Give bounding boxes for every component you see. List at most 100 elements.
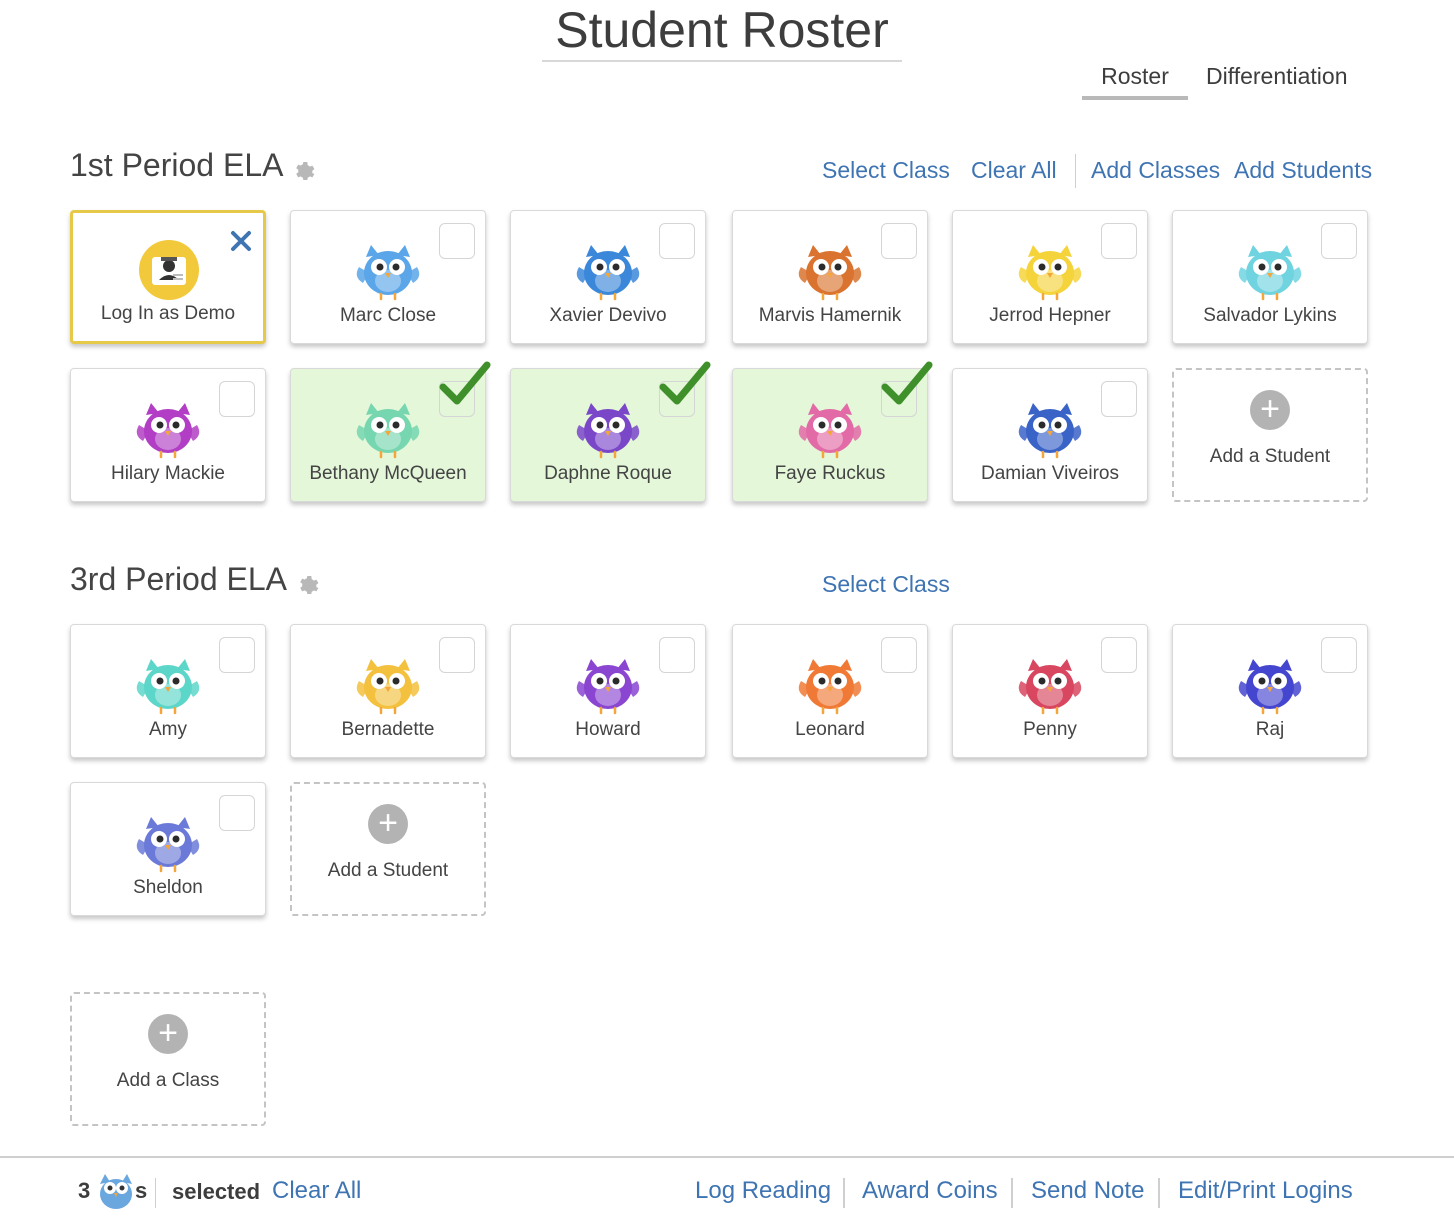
demo-badge-icon (139, 240, 199, 300)
tab-differentiation[interactable]: Differentiation (1206, 60, 1348, 92)
owl-avatar-icon (573, 233, 643, 303)
send-note-link[interactable]: Send Note (1031, 1176, 1144, 1206)
student-name-bethany-mcqueen: Bethany McQueen (309, 463, 467, 484)
close-icon[interactable] (229, 229, 253, 253)
student-checkbox[interactable] (881, 223, 917, 259)
owl-avatar-icon (133, 391, 203, 461)
student-checkbox[interactable] (439, 637, 475, 673)
log-reading-link[interactable]: Log Reading (695, 1176, 831, 1206)
divider (1075, 154, 1076, 188)
student-card[interactable]: Amy (70, 624, 266, 758)
student-name-sheldon: Sheldon (133, 877, 203, 898)
student-card[interactable]: Xavier Devivo (510, 210, 706, 344)
add-student-card[interactable]: + Add a Student (290, 782, 486, 916)
student-card[interactable]: Bernadette (290, 624, 486, 758)
student-name-jerrod-hepner: Jerrod Hepner (989, 305, 1111, 326)
add-class-card[interactable]: + Add a Class (70, 992, 266, 1126)
student-name-faye-ruckus: Faye Ruckus (774, 463, 886, 484)
owl-avatar-icon (1015, 391, 1085, 461)
divider (155, 1178, 156, 1208)
owl-avatar-icon (133, 647, 203, 717)
divider (843, 1178, 845, 1208)
student-checkbox[interactable] (659, 223, 695, 259)
student-card[interactable]: Bethany McQueen (290, 361, 491, 502)
student-name-salvador-lykins: Salvador Lykins (1203, 305, 1337, 326)
student-card[interactable]: Raj (1172, 624, 1368, 758)
student-card[interactable]: Sheldon (70, 782, 266, 916)
gear-icon[interactable] (291, 153, 315, 180)
award-coins-link[interactable]: Award Coins (862, 1176, 998, 1206)
student-card[interactable]: Marvis Hamernik (732, 210, 928, 344)
student-checkbox[interactable] (1101, 381, 1137, 417)
student-checkbox[interactable] (1321, 637, 1357, 673)
owl-avatar-icon (795, 233, 865, 303)
class-title-1st-period: 1st Period ELA (70, 145, 315, 185)
divider (1158, 1178, 1160, 1208)
log-in-as-demo-card[interactable]: Log In as Demo (70, 210, 266, 344)
select-class-link[interactable]: Select Class (822, 155, 950, 185)
plus-icon: + (1250, 390, 1290, 430)
owl-avatar-icon (573, 647, 643, 717)
owl-avatar-icon (353, 647, 423, 717)
student-name-hilary-mackie: Hilary Mackie (110, 463, 226, 484)
student-checkbox[interactable] (1101, 637, 1137, 673)
student-card[interactable]: Marc Close (290, 210, 486, 344)
student-name-daphne-roque: Daphne Roque (544, 463, 672, 484)
student-card[interactable]: Howard (510, 624, 706, 758)
checkmark-icon (879, 359, 935, 411)
add-student-label: Add a Student (1209, 446, 1331, 467)
gear-icon[interactable] (295, 567, 319, 594)
owl-avatar-icon (133, 805, 203, 875)
selected-count: 3 (78, 1178, 91, 1203)
student-checkbox[interactable] (439, 223, 475, 259)
owl-avatar-icon (573, 391, 643, 461)
demo-label: Log In as Demo (100, 303, 236, 324)
owl-avatar-icon (1235, 647, 1305, 717)
add-classes-link[interactable]: Add Classes (1091, 155, 1220, 185)
checkmark-icon (437, 359, 493, 411)
student-name-leonard: Leonard (795, 719, 865, 740)
divider (1011, 1178, 1013, 1208)
add-class-label: Add a Class (116, 1070, 220, 1091)
class-title-3rd-period: 3rd Period ELA (70, 559, 319, 599)
selected-label: selected (172, 1179, 261, 1204)
student-checkbox[interactable] (1101, 223, 1137, 259)
student-checkbox[interactable] (1321, 223, 1357, 259)
class-title-text: 1st Period ELA (70, 147, 284, 183)
student-checkbox[interactable] (219, 381, 255, 417)
student-name-damian-viveiros: Damian Viveiros (981, 463, 1119, 484)
checkmark-icon (657, 359, 713, 411)
edit-print-logins-link[interactable]: Edit/Print Logins (1178, 1176, 1353, 1206)
plus-icon: + (148, 1014, 188, 1054)
student-checkbox[interactable] (881, 637, 917, 673)
student-name-xavier-devivo: Xavier Devivo (549, 305, 667, 326)
owl-avatar-icon (1015, 233, 1085, 303)
student-card[interactable]: Damian Viveiros (952, 368, 1148, 502)
student-checkbox[interactable] (219, 637, 255, 673)
student-checkbox[interactable] (659, 637, 695, 673)
add-student-card[interactable]: + Add a Student (1172, 368, 1368, 502)
tab-roster[interactable]: Roster (1082, 60, 1188, 100)
student-name-howard: Howard (575, 719, 641, 740)
student-checkbox[interactable] (219, 795, 255, 831)
student-name-marvis-hamernik: Marvis Hamernik (758, 305, 902, 326)
student-card[interactable]: Salvador Lykins (1172, 210, 1368, 344)
select-class-link[interactable]: Select Class (822, 569, 950, 599)
add-student-label: Add a Student (327, 860, 449, 881)
student-card[interactable]: Faye Ruckus (732, 361, 933, 502)
owl-avatar-icon (795, 647, 865, 717)
page-title: Student Roster (542, 2, 902, 62)
owl-suffix: s (135, 1178, 148, 1203)
student-card[interactable]: Daphne Roque (510, 361, 711, 502)
add-students-link[interactable]: Add Students (1234, 155, 1372, 185)
student-card[interactable]: Hilary Mackie (70, 368, 266, 502)
footer-clear-all-link[interactable]: Clear All (272, 1176, 361, 1206)
student-card[interactable]: Jerrod Hepner (952, 210, 1148, 344)
plus-icon: + (368, 804, 408, 844)
student-card[interactable]: Leonard (732, 624, 928, 758)
clear-all-link[interactable]: Clear All (971, 155, 1057, 185)
student-name-penny: Penny (1023, 719, 1077, 740)
student-name-bernadette: Bernadette (341, 719, 435, 740)
student-card[interactable]: Penny (952, 624, 1148, 758)
student-name-marc-close: Marc Close (339, 305, 437, 326)
